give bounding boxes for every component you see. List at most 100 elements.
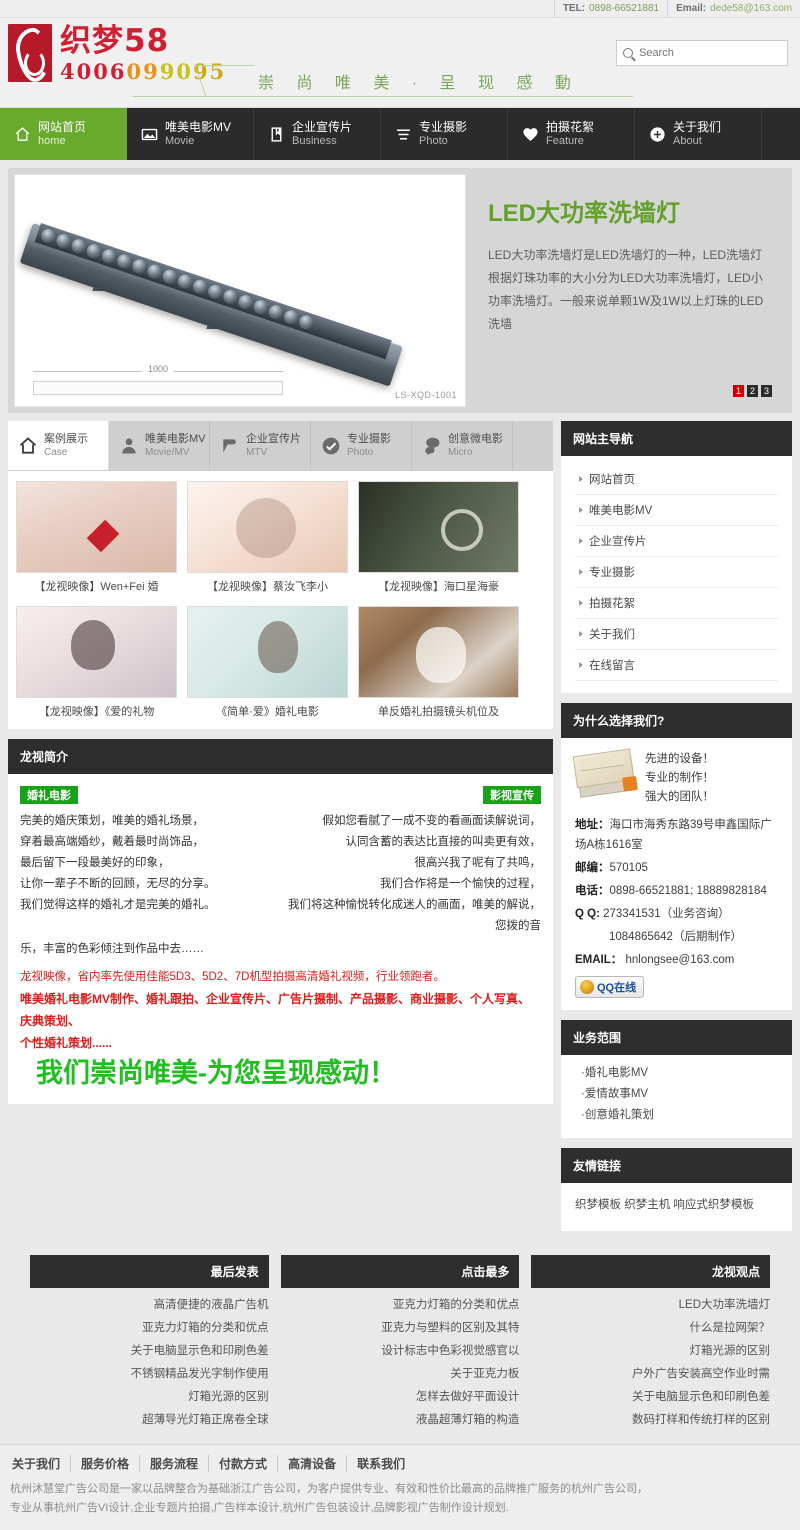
banner-dot-2[interactable]: 2 xyxy=(747,385,758,397)
footer-description-line-1: 杭州沐慧堂广告公司是一家以品牌整合为基础浙江广告公司，为客户提供专业、有效和性价… xyxy=(10,1483,648,1495)
gallery-thumbnail[interactable] xyxy=(187,481,348,573)
friendly-links-block: 友情链接 织梦模板 织梦主机 响应式织梦模板 xyxy=(561,1148,792,1231)
nav-label-en: Movie xyxy=(165,135,195,147)
business-item[interactable]: ·爱情故事MV xyxy=(575,1084,778,1105)
intro-line: 很高兴我了呢有了共鸣， xyxy=(414,857,542,869)
banner-text: LED大功率洗墙灯 LED大功率洗墙灯是LED洗墙灯的一种，LED洗墙灯根据灯珠… xyxy=(466,174,786,407)
gallery-thumbnail[interactable] xyxy=(187,606,348,698)
tab-labels: 案例展示 Case xyxy=(44,433,88,459)
email-value[interactable]: dede58@163.com xyxy=(710,3,792,14)
site-slogan: 崇 尚 唯 美 · 呈 现 感 動 xyxy=(258,75,580,92)
footer-description-line-2: 专业从事杭州广告VI设计,企业专题片拍摄,广告样本设计,杭州广告包装设计,品牌影… xyxy=(10,1502,509,1514)
tab-micro[interactable]: 创意微电影 Micro xyxy=(412,421,513,470)
list-item[interactable]: LED大功率洗墙灯 xyxy=(531,1294,770,1317)
why-line: 强大的团队！ xyxy=(645,791,714,803)
chevron-right-icon xyxy=(579,600,583,606)
tab-photo[interactable]: 专业摄影 Photo xyxy=(311,421,412,470)
business-item[interactable]: ·创意婚礼策划 xyxy=(575,1105,778,1126)
list-item[interactable]: 怎样去做好平面设计 xyxy=(281,1386,520,1409)
nav-labels: 企业宣传片 Business xyxy=(292,120,352,148)
book-icon xyxy=(268,126,285,143)
footer-link-payment[interactable]: 付款方式 xyxy=(209,1455,279,1472)
gallery-item[interactable]: 《简单·爱》婚礼电影 xyxy=(187,606,348,723)
footer-link-process[interactable]: 服务流程 xyxy=(140,1455,210,1472)
list-item[interactable]: 设计标志中色彩视觉感官以 xyxy=(281,1340,519,1363)
list-item[interactable]: 数码打样和传统打样的区别 xyxy=(531,1409,770,1432)
list-item[interactable]: 不锈钢精品发光字制作使用 xyxy=(30,1363,269,1386)
nav-label-cn: 唯美电影MV xyxy=(165,120,232,134)
nav-item-about[interactable]: 关于我们 About xyxy=(635,108,762,160)
list-item[interactable]: 灯箱光源的区别 xyxy=(30,1386,269,1409)
nav-item-photo[interactable]: 专业摄影 Photo xyxy=(381,108,508,160)
gallery-item[interactable]: 单反婚礼拍摄镜头机位及 xyxy=(358,606,519,723)
column-most-clicked: 点击最多 亚克力灯箱的分类和优点 亚克力与塑料的区别及其特 设计标志中色彩视觉感… xyxy=(280,1255,520,1432)
list-item[interactable]: 亚克力与塑料的区别及其特 xyxy=(281,1317,519,1340)
list-item[interactable]: 什么是拉网架？ xyxy=(531,1317,771,1340)
banner-dot-3[interactable]: 3 xyxy=(761,385,772,397)
user-icon xyxy=(119,436,139,456)
friendly-links-text[interactable]: 织梦模板 织梦主机 响应式织梦模板 xyxy=(575,1191,778,1219)
footer-link-price[interactable]: 服务价格 xyxy=(71,1455,141,1472)
gallery-thumbnail[interactable] xyxy=(358,606,519,698)
sidebar-item-message[interactable]: 在线留言 xyxy=(575,650,778,681)
business-item[interactable]: ·婚礼电影MV xyxy=(575,1063,778,1084)
logo-mark-icon xyxy=(8,24,52,82)
chevron-right-icon xyxy=(579,507,583,513)
why-lines: 先进的设备！ 专业的制作！ 强大的团队！ xyxy=(645,746,714,807)
list-item[interactable]: 亚克力灯箱的分类和优点 xyxy=(30,1317,269,1340)
list-item[interactable]: 超薄导光灯箱正席卷全球 xyxy=(30,1409,269,1432)
nav-labels: 关于我们 About xyxy=(673,120,721,148)
topbar-email: Email: dede58@163.com xyxy=(667,0,800,17)
gallery-thumbnail[interactable] xyxy=(16,481,177,573)
gallery-item[interactable]: 【龙视映像】蔡汝飞李小 xyxy=(187,481,348,598)
banner-product-image[interactable]: 1000 LS-XQD-1001 xyxy=(14,174,466,407)
gallery-item[interactable]: 【龙视映像】Wen+Fei 婚 xyxy=(16,481,177,598)
search-box[interactable] xyxy=(616,40,788,66)
contact-qq-2: 1084865642（后期制作） xyxy=(575,927,778,947)
list-item[interactable]: 关于电脑显示色和印刷色差 xyxy=(30,1340,269,1363)
sidebar-item-about[interactable]: 关于我们 xyxy=(575,619,778,650)
gallery-thumbnail[interactable] xyxy=(358,481,519,573)
sidebar-item-label: 网站首页 xyxy=(589,474,635,486)
list-item[interactable]: 关于电脑显示色和印刷色差 xyxy=(531,1386,770,1409)
nav-item-movie[interactable]: 唯美电影MV Movie xyxy=(127,108,254,160)
list-item[interactable]: 灯箱光源的区别 xyxy=(531,1340,771,1363)
footer-link-contact[interactable]: 联系我们 xyxy=(347,1455,415,1472)
banner-dot-1[interactable]: 1 xyxy=(733,385,744,397)
sidebar-item-movie[interactable]: 唯美电影MV xyxy=(575,495,778,526)
intro-line-tail: 您拨的音 xyxy=(495,920,541,932)
list-item[interactable]: 关于亚克力板 xyxy=(281,1363,519,1386)
list-item[interactable]: 液晶超薄灯箱的构造 xyxy=(281,1409,520,1432)
qq-online-button[interactable]: QQ在线 xyxy=(575,976,645,998)
sidebar-item-business[interactable]: 企业宣传片 xyxy=(575,526,778,557)
tab-mtv[interactable]: 企业宣传片 MTV xyxy=(210,421,311,470)
nav-item-home[interactable]: 网站首页 home xyxy=(0,108,127,160)
gallery-item[interactable]: 【龙视映像】海口星海豪 xyxy=(358,481,519,598)
tab-movie-mv[interactable]: 唯美电影MV Movie/MV xyxy=(109,421,210,470)
sidebar-nav-body: 网站首页 唯美电影MV 企业宣传片 专业摄影 拍摄花絮 关于我们 在线留言 xyxy=(561,456,792,693)
sidebar-item-feature[interactable]: 拍摄花絮 xyxy=(575,588,778,619)
tab-case[interactable]: 案例展示 Case xyxy=(8,421,109,470)
list-item[interactable]: 户外广告安装高空作业时需 xyxy=(531,1363,770,1386)
search-input[interactable] xyxy=(639,47,781,59)
footer-link-about[interactable]: 关于我们 xyxy=(10,1455,72,1472)
sidebar-item-home[interactable]: 网站首页 xyxy=(575,464,778,495)
list-item[interactable]: 亚克力灯箱的分类和优点 xyxy=(281,1294,520,1317)
nav-item-business[interactable]: 企业宣传片 Business xyxy=(254,108,381,160)
footer-link-equipment[interactable]: 高清设备 xyxy=(278,1455,348,1472)
gallery-item[interactable]: 【龙视映像】《爱的礼物 xyxy=(16,606,177,723)
intro-line: 最后留下一段最美好的印象， xyxy=(20,857,170,869)
logo[interactable]: 织梦58 4006099095 xyxy=(8,24,226,84)
list-item[interactable]: 高清便捷的液晶广告机 xyxy=(30,1294,269,1317)
footer-links: 关于我们 服务价格 服务流程 付款方式 高清设备 联系我们 xyxy=(10,1455,790,1472)
sidebar-item-photo[interactable]: 专业摄影 xyxy=(575,557,778,588)
column-latest-body: 高清便捷的液晶广告机 亚克力灯箱的分类和优点 关于电脑显示色和印刷色差 不锈钢精… xyxy=(30,1288,269,1432)
gallery-thumbnail[interactable] xyxy=(16,606,177,698)
friendly-links-title: 友情链接 xyxy=(561,1148,792,1183)
nav-item-feature[interactable]: 拍摄花絮 Feature xyxy=(508,108,635,160)
intro-services-line-1: 唯美婚礼电影MV制作、婚礼跟拍、企业宣传片、广告片摄制、产品摄影、商业摄影、个人… xyxy=(20,992,531,1028)
sidebar-item-label: 在线留言 xyxy=(589,660,635,672)
tab-label-en: Micro xyxy=(448,446,473,458)
email-value[interactable]: hnlongsee@163.com xyxy=(625,954,734,966)
tab-labels: 企业宣传片 MTV xyxy=(246,433,301,459)
